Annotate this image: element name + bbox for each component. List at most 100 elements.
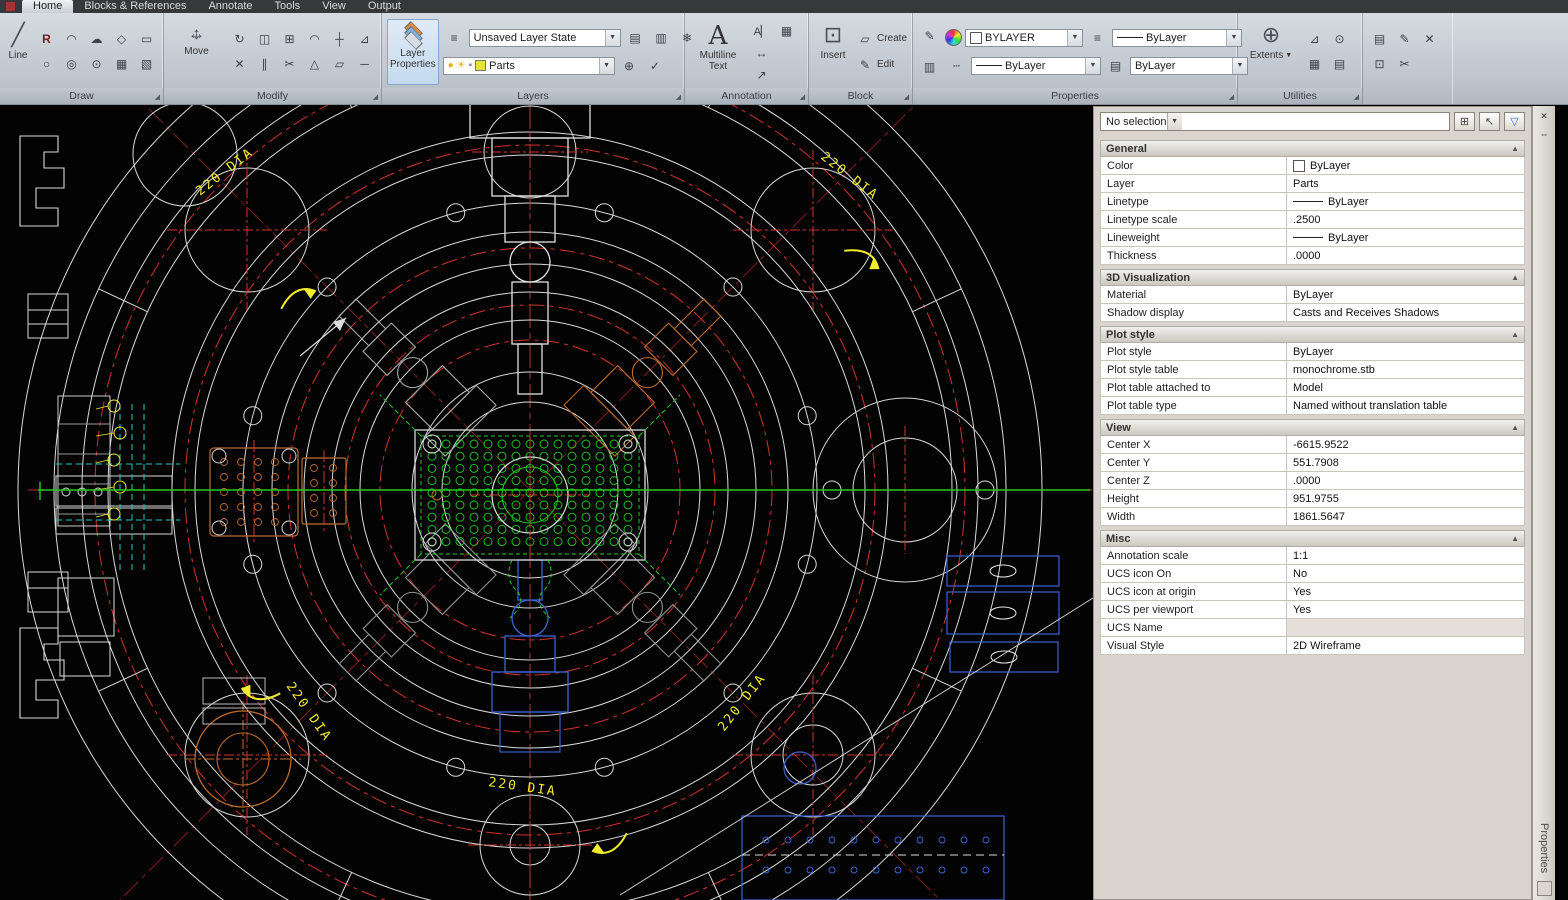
property-value[interactable] (1287, 619, 1524, 636)
hatch-icon[interactable]: ▦ (110, 53, 133, 76)
property-value[interactable]: 1:1 (1287, 547, 1524, 564)
lineweight-combo[interactable]: ByLayer ▼ (1112, 29, 1242, 47)
match-icon[interactable]: ✎ (1393, 28, 1416, 51)
layer-on-icon[interactable]: ● (448, 61, 454, 71)
combo-arrow-icon[interactable]: ▼ (1067, 30, 1082, 46)
create-block-button[interactable]: ▱ Create (856, 30, 907, 48)
offset-icon[interactable]: ∥ (253, 53, 276, 76)
edit-block-button[interactable]: ✎ Edit (856, 56, 907, 74)
line-button[interactable]: ╱ Line (5, 19, 31, 85)
property-value[interactable]: Yes (1287, 583, 1524, 600)
layer-state-combo[interactable]: Unsaved Layer State ▼ (469, 29, 621, 47)
point-icon[interactable]: ⊙ (85, 53, 108, 76)
layer-combo[interactable]: ● ☀ ▪ Parts ▼ (443, 57, 615, 75)
move-button[interactable]: ↔↕ Move (169, 19, 224, 85)
ellipse-icon[interactable]: ◎ (60, 53, 83, 76)
section-header-general[interactable]: General▲ (1100, 140, 1525, 157)
erase-all-icon[interactable]: ✕ (1418, 28, 1441, 51)
trim-icon[interactable]: ✂ (278, 53, 301, 76)
section-header-plot-style[interactable]: Plot style▲ (1100, 326, 1525, 343)
property-value[interactable]: 951.9755 (1287, 490, 1524, 507)
region-icon[interactable]: ▧ (135, 53, 158, 76)
plot-style-combo[interactable]: ByLayer ▼ (1130, 57, 1248, 75)
layers-launcher-icon[interactable]: ◢ (676, 94, 681, 101)
app-menu-icon[interactable] (6, 2, 15, 11)
property-value[interactable]: ByLayer (1287, 157, 1524, 174)
property-value[interactable]: ByLayer (1287, 229, 1524, 246)
paste-icon[interactable]: ▤ (1368, 28, 1391, 51)
properties-list-icon[interactable]: ▥ (918, 56, 941, 79)
rotate-icon[interactable]: ↻ (228, 28, 251, 51)
explode-icon[interactable]: ▱ (328, 53, 351, 76)
properties-launcher-icon[interactable]: ◢ (1229, 94, 1234, 101)
fillet-icon[interactable]: ◠ (303, 28, 326, 51)
layer-unisolate-icon[interactable]: ▥ (650, 26, 673, 49)
join-icon[interactable]: ─ (353, 53, 376, 76)
tab-output[interactable]: Output (357, 0, 412, 13)
draw-launcher-icon[interactable]: ◢ (155, 94, 160, 101)
collapse-chevron-icon[interactable]: ▲ (1511, 330, 1519, 339)
color-wheel-icon[interactable] (945, 29, 962, 46)
table-icon[interactable]: ▦ (775, 20, 798, 43)
tab-home[interactable]: Home (22, 0, 73, 13)
arc-icon[interactable]: ◠ (60, 28, 83, 51)
collapse-chevron-icon[interactable]: ▲ (1511, 144, 1519, 153)
properties-panel-label[interactable]: Properties (1051, 90, 1099, 102)
section-header-view[interactable]: View▲ (1100, 419, 1525, 436)
select-objects-icon[interactable]: ↖ (1479, 112, 1500, 131)
linetype-icon[interactable]: ┄ (945, 54, 968, 77)
revision-cloud-icon[interactable]: ☁ (85, 28, 108, 51)
selection-combo[interactable]: No selection ▼ (1100, 112, 1450, 131)
property-value[interactable]: .2500 (1287, 211, 1524, 228)
palette-tab-title[interactable]: Properties (1538, 823, 1550, 873)
annotation-launcher-icon[interactable]: ◢ (800, 94, 805, 101)
insert-button[interactable]: ⊡ Insert (814, 19, 852, 85)
modify-panel-label[interactable]: Modify (257, 90, 288, 102)
property-value[interactable]: Casts and Receives Shadows (1287, 304, 1524, 321)
collapse-chevron-icon[interactable]: ▲ (1511, 423, 1519, 432)
utilities-panel-label[interactable]: Utilities (1283, 90, 1317, 102)
property-value[interactable]: ByLayer (1287, 193, 1524, 210)
match-properties-icon[interactable]: ✎ (918, 25, 941, 48)
collapse-chevron-icon[interactable]: ▲ (1511, 534, 1519, 543)
draw-panel-label[interactable]: Draw (69, 90, 94, 102)
layers-panel-label[interactable]: Layers (517, 90, 549, 102)
dimension-icon[interactable]: ↔ (750, 42, 773, 65)
property-value[interactable]: No (1287, 565, 1524, 582)
copy-icon[interactable]: ⊡ (1368, 53, 1391, 76)
match-layer-icon[interactable]: ✓ (644, 54, 667, 77)
property-value[interactable]: ByLayer (1287, 286, 1524, 303)
tab-blocks-references[interactable]: Blocks & References (73, 0, 197, 13)
circle-icon[interactable]: ○ (35, 53, 58, 76)
property-value[interactable]: Yes (1287, 601, 1524, 618)
palette-properties-icon[interactable] (1537, 881, 1552, 896)
block-launcher-icon[interactable]: ◢ (904, 94, 909, 101)
array-icon[interactable]: ⊞ (278, 28, 301, 51)
stretch-icon[interactable]: ┼ (328, 28, 351, 51)
autohide-icon[interactable]: ⇔ (1536, 126, 1553, 141)
list-icon[interactable]: ▤ (1328, 53, 1351, 76)
linetype-combo[interactable]: ByLayer ▼ (971, 57, 1101, 75)
combo-arrow-icon[interactable]: ▼ (1167, 113, 1182, 130)
combo-arrow-icon[interactable]: ▼ (1085, 58, 1100, 74)
property-value[interactable]: 551.7908 (1287, 454, 1524, 471)
annotation-panel-label[interactable]: Annotation (721, 90, 771, 102)
leader-icon[interactable]: ↗ (750, 64, 773, 87)
property-value[interactable]: 1861.5647 (1287, 508, 1524, 525)
layer-lock-icon[interactable]: ▪ (469, 61, 473, 71)
chamfer-icon[interactable]: △ (303, 53, 326, 76)
mirror-icon[interactable]: ◫ (253, 28, 276, 51)
quick-calc-icon[interactable]: ▦ (1303, 53, 1326, 76)
property-value[interactable]: Named without translation table (1287, 397, 1524, 414)
r-tool-icon[interactable]: R (35, 28, 58, 51)
plot-style-icon[interactable]: ▤ (1104, 54, 1127, 77)
layer-states-icon[interactable]: ≡ (443, 26, 466, 49)
property-value[interactable]: Parts (1287, 175, 1524, 192)
modify-launcher-icon[interactable]: ◢ (373, 94, 378, 101)
combo-arrow-icon[interactable]: ▼ (599, 58, 614, 74)
polygon-icon[interactable]: ◇ (110, 28, 133, 51)
tab-annotate[interactable]: Annotate (197, 0, 263, 13)
combo-arrow-icon[interactable]: ▼ (605, 30, 620, 46)
lineweight-icon[interactable]: ≡ (1086, 26, 1109, 49)
layer-properties-button[interactable]: Layer Properties (387, 19, 439, 85)
